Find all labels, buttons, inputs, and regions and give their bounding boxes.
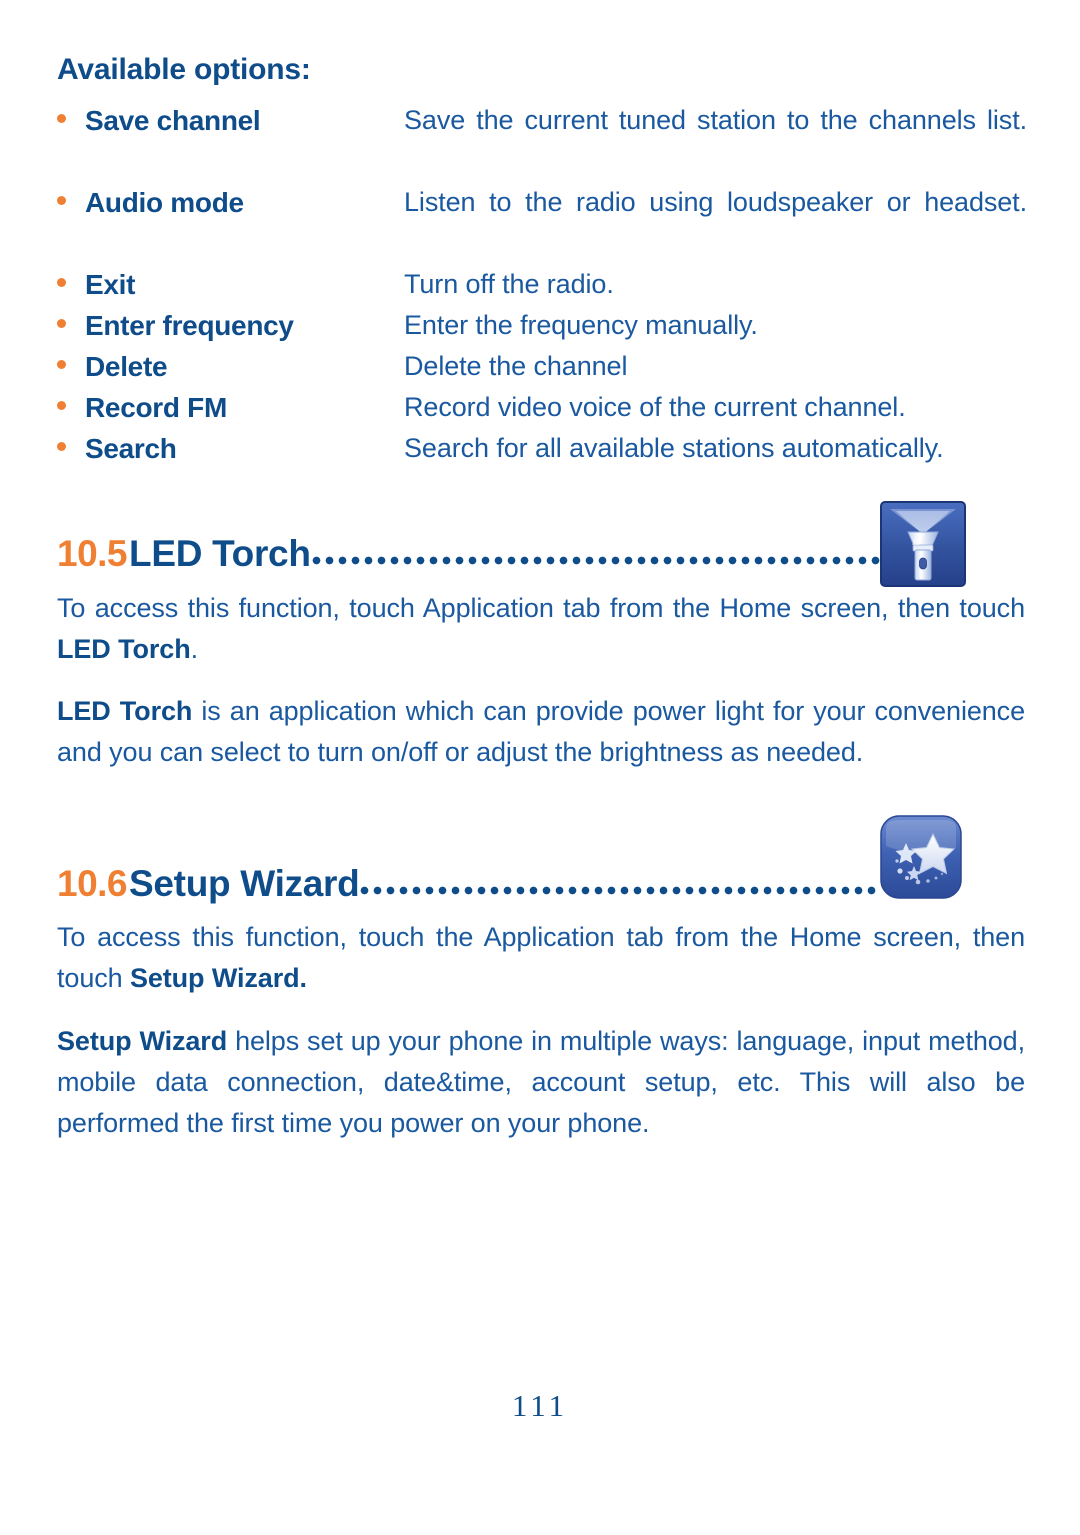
option-label: Save channel	[85, 105, 261, 136]
option-description: Enter the frequency manually.	[404, 310, 758, 340]
bullet-icon	[57, 114, 66, 123]
option-label-cell: Enter frequency	[57, 305, 404, 346]
list-item: Save channel Save the current tuned stat…	[57, 100, 1027, 182]
option-label-cell: Delete	[57, 346, 404, 387]
led-torch-access-paragraph: To access this function, touch Applicati…	[57, 588, 1025, 670]
option-label: Exit	[85, 269, 136, 300]
option-label: Record FM	[85, 392, 227, 423]
led-torch-access-prefix: To access this function, touch Applicati…	[57, 593, 1025, 623]
bullet-icon	[57, 401, 66, 410]
list-item: Enter frequency Enter the frequency manu…	[57, 305, 1027, 346]
list-item: Delete Delete the channel	[57, 346, 1027, 387]
option-description: Save the current tuned station to the ch…	[404, 105, 1027, 135]
option-description: Delete the channel	[404, 351, 628, 381]
bullet-icon	[57, 196, 66, 205]
dotted-leader	[311, 534, 885, 574]
option-description: Turn off the radio.	[404, 269, 614, 299]
setup-wizard-description-paragraph: Setup Wizard helps set up your phone in …	[57, 1021, 1025, 1144]
option-label-cell: Audio mode	[57, 182, 404, 223]
option-description: Search for all available stations automa…	[404, 433, 944, 463]
option-label: Audio mode	[85, 187, 244, 218]
list-item: Record FM Record video voice of the curr…	[57, 387, 1027, 428]
list-item: Audio mode Listen to the radio using lou…	[57, 182, 1027, 264]
bullet-icon	[57, 442, 66, 451]
setup-wizard-access-paragraph: To access this function, touch the Appli…	[57, 917, 1025, 999]
section-heading-setup-wizard: 10.6 Setup Wizard	[57, 858, 877, 904]
available-options-list: Save channel Save the current tuned stat…	[57, 100, 1027, 469]
section-number: 10.6	[57, 863, 128, 904]
option-label: Search	[85, 433, 177, 464]
option-label-cell: Save channel	[57, 100, 404, 141]
bullet-icon	[57, 319, 66, 328]
section-number: 10.5	[57, 533, 128, 574]
section-title: LED Torch	[129, 533, 311, 574]
option-label-cell: Search	[57, 428, 404, 469]
led-torch-icon	[880, 501, 966, 587]
manual-page: Available options: Save channel Save the…	[0, 0, 1080, 1535]
setup-wizard-icon	[878, 814, 964, 900]
dotted-leader	[360, 864, 877, 904]
section-title: Setup Wizard	[129, 863, 360, 904]
page-number: 111	[511, 1388, 569, 1423]
list-item: Search Search for all available stations…	[57, 428, 1027, 469]
setup-wizard-access-bold: Setup Wizard.	[129, 963, 307, 993]
bullet-icon	[57, 360, 66, 369]
led-torch-desc-rest: is an application which can provide powe…	[57, 696, 1025, 767]
led-torch-description-paragraph: LED Torch is an application which can pr…	[57, 691, 1025, 773]
led-torch-access-bold: LED Torch	[57, 634, 191, 664]
option-label: Enter frequency	[85, 310, 294, 341]
bullet-icon	[57, 278, 66, 287]
option-label-cell: Exit	[57, 264, 404, 305]
led-torch-access-suffix: .	[190, 634, 199, 664]
section-heading-led-torch: 10.5 LED Torch	[57, 528, 885, 574]
led-torch-desc-bold: LED Torch	[57, 696, 193, 726]
option-label-cell: Record FM	[57, 387, 404, 428]
option-description: Record video voice of the current channe…	[404, 392, 906, 422]
option-label: Delete	[85, 351, 168, 382]
option-description: Listen to the radio using loudspeaker or…	[404, 187, 1027, 217]
setup-wizard-desc-bold: Setup Wizard	[57, 1026, 228, 1056]
available-options-heading: Available options:	[57, 53, 311, 86]
list-item: Exit Turn off the radio.	[57, 264, 1027, 305]
